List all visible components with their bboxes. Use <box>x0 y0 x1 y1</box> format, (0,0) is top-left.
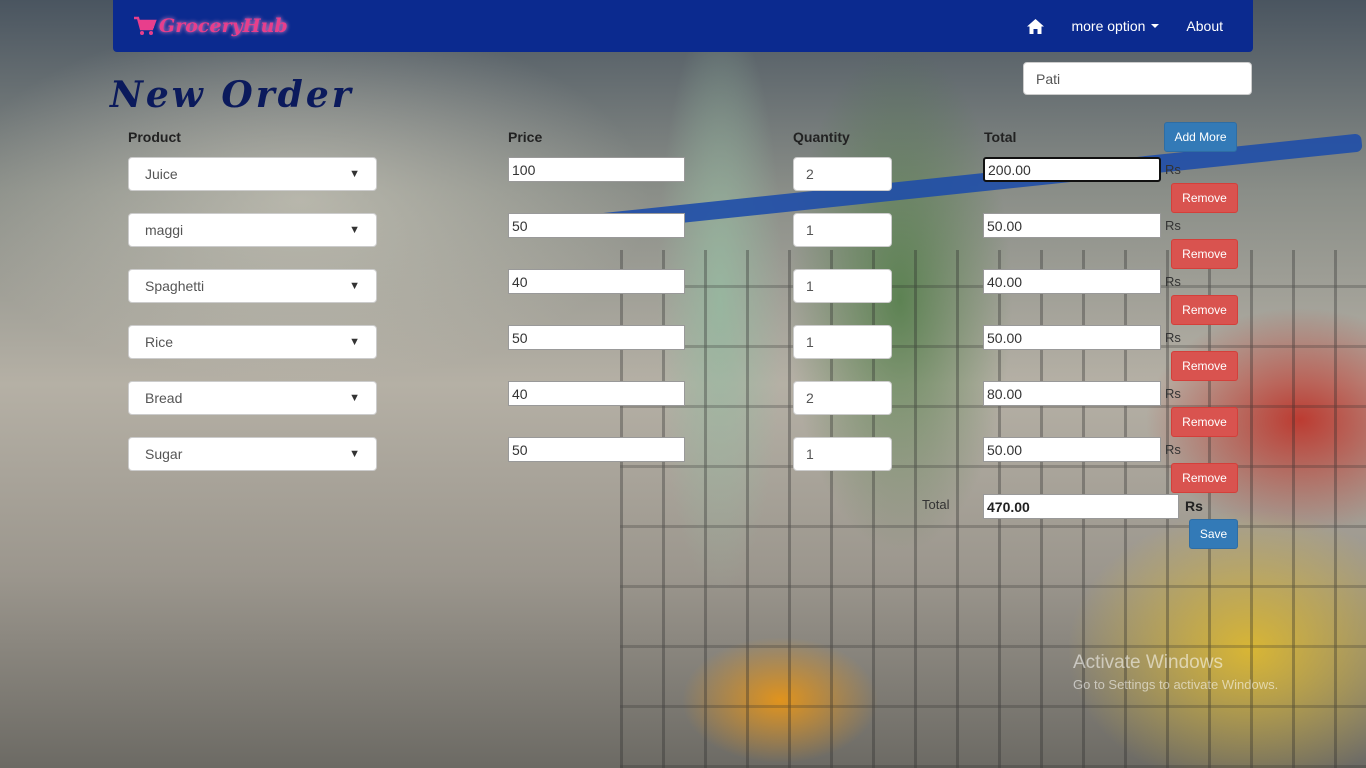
shopping-cart-icon <box>134 16 157 35</box>
column-header-product: Product <box>128 129 181 145</box>
add-more-button[interactable]: Add More <box>1164 122 1237 152</box>
row-total-input[interactable]: 40.00 <box>983 269 1161 294</box>
quantity-input[interactable]: 2 <box>793 157 892 191</box>
background-cart-handle <box>584 133 1363 233</box>
currency-label: Rs <box>1165 330 1181 345</box>
price-input[interactable]: 50 <box>508 325 685 350</box>
product-select-value: Spaghetti <box>145 278 205 294</box>
product-select[interactable]: Spaghetti ▼ <box>128 269 377 303</box>
price-input[interactable]: 40 <box>508 381 685 406</box>
product-select[interactable]: Sugar ▼ <box>128 437 377 471</box>
quantity-input[interactable]: 1 <box>793 269 892 303</box>
caret-down-icon <box>1151 24 1160 28</box>
activate-windows-subtitle: Go to Settings to activate Windows. <box>1073 677 1279 692</box>
row-total-input[interactable]: 80.00 <box>983 381 1161 406</box>
price-input[interactable]: 50 <box>508 437 685 462</box>
quantity-input[interactable]: 1 <box>793 325 892 359</box>
price-input[interactable]: 50 <box>508 213 685 238</box>
home-icon <box>1027 18 1045 34</box>
column-header-price: Price <box>508 129 543 145</box>
chevron-down-icon: ▼ <box>349 224 360 236</box>
row-total-input[interactable]: 50.00 <box>983 437 1161 462</box>
currency-label: Rs <box>1165 218 1181 233</box>
product-select-value: Sugar <box>145 446 183 462</box>
row-total-input[interactable]: 50.00 <box>983 325 1161 350</box>
row-total-input[interactable]: 200.00 <box>983 157 1161 182</box>
quantity-input[interactable]: 1 <box>793 437 892 471</box>
currency-label: Rs <box>1165 274 1181 289</box>
quantity-input[interactable]: 1 <box>793 213 892 247</box>
product-select-value: Juice <box>145 166 178 182</box>
product-select[interactable]: maggi ▼ <box>128 213 377 247</box>
product-select[interactable]: Juice ▼ <box>128 157 377 191</box>
chevron-down-icon: ▼ <box>349 448 360 460</box>
grand-total-label: Total <box>922 497 950 512</box>
activate-windows-title: Activate Windows <box>1073 652 1223 673</box>
currency-label: Rs <box>1165 162 1181 177</box>
column-header-total: Total <box>984 129 1017 145</box>
remove-button[interactable]: Remove <box>1171 239 1238 269</box>
product-select-value: maggi <box>145 222 184 238</box>
product-select[interactable]: Bread ▼ <box>128 381 377 415</box>
top-navbar: GroceryHub more option About <box>113 0 1253 52</box>
column-header-quantity: Quantity <box>793 129 850 145</box>
product-select[interactable]: Rice ▼ <box>128 325 377 359</box>
remove-button[interactable]: Remove <box>1171 351 1238 381</box>
nav-more-option-label: more option <box>1071 18 1146 34</box>
brand-name: GroceryHub <box>159 15 288 37</box>
currency-label: Rs <box>1165 386 1181 401</box>
chevron-down-icon: ▼ <box>349 280 360 292</box>
page-title: New Order <box>110 74 354 116</box>
remove-button[interactable]: Remove <box>1171 463 1238 493</box>
price-input[interactable]: 100 <box>508 157 685 182</box>
nav-more-option-dropdown[interactable]: more option <box>1071 18 1160 34</box>
search-input[interactable] <box>1023 62 1252 95</box>
chevron-down-icon: ▼ <box>349 168 360 180</box>
grand-total-currency: Rs <box>1185 498 1203 514</box>
brand-logo[interactable]: GroceryHub <box>133 0 288 52</box>
product-select-value: Bread <box>145 390 183 406</box>
remove-button[interactable]: Remove <box>1171 295 1238 325</box>
product-select-value: Rice <box>145 334 174 350</box>
row-total-input[interactable]: 50.00 <box>983 213 1161 238</box>
save-button[interactable]: Save <box>1189 519 1238 549</box>
remove-button[interactable]: Remove <box>1171 407 1238 437</box>
nav-home[interactable] <box>1027 18 1045 34</box>
chevron-down-icon: ▼ <box>349 336 360 348</box>
remove-button[interactable]: Remove <box>1171 183 1238 213</box>
quantity-input[interactable]: 2 <box>793 381 892 415</box>
nav-about[interactable]: About <box>1186 18 1223 34</box>
currency-label: Rs <box>1165 442 1181 457</box>
price-input[interactable]: 40 <box>508 269 685 294</box>
grand-total-input[interactable]: 470.00 <box>983 494 1179 519</box>
chevron-down-icon: ▼ <box>349 392 360 404</box>
